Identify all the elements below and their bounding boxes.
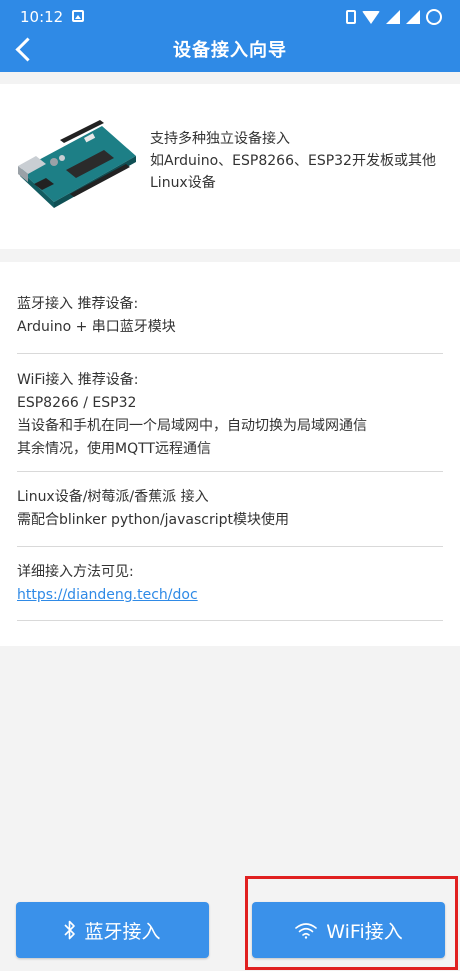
bluetooth-button-label: 蓝牙接入 (84, 920, 161, 943)
linux-info: Linux设备/树莓派/香蕉派 接入 需配合blinker python/jav… (17, 486, 443, 532)
docs-link[interactable]: https://diandeng.tech/doc (17, 587, 198, 603)
divider (17, 620, 443, 621)
wifi-info-lan: 当设备和手机在同一个局域网中，自动切换为局域网通信 (17, 418, 367, 434)
linux-info-module: 需配合blinker python/javascript模块使用 (17, 512, 290, 528)
intro-line: 如Arduino、ESP8266、ESP32开发板或其他 (150, 153, 436, 169)
docs-info-title: 详细接入方法可见: (17, 564, 134, 580)
wifi-connect-button[interactable]: WiFi接入 (252, 902, 445, 958)
intro-line: 支持多种独立设备接入 (150, 131, 290, 147)
cell-signal-2-icon (406, 10, 420, 24)
wifi-info-title: WiFi接入 推荐设备: (17, 372, 139, 388)
divider (17, 546, 443, 547)
bluetooth-info-device: Arduino + 串口蓝牙模块 (17, 319, 176, 335)
bluetooth-info-title: 蓝牙接入 推荐设备: (17, 296, 139, 312)
header: 10:12 设备接入向导 (0, 0, 460, 72)
wifi-signal-icon (362, 10, 380, 24)
intro-line: Linux设备 (150, 175, 216, 191)
image-notification-icon (72, 10, 84, 22)
docs-info: 详细接入方法可见: https://diandeng.tech/doc (17, 561, 443, 607)
wifi-info: WiFi接入 推荐设备: ESP8266 / ESP32 当设备和手机在同一个局… (17, 369, 443, 461)
bluetooth-icon (64, 920, 76, 940)
status-time: 10:12 (20, 8, 64, 26)
status-icons (346, 8, 442, 26)
bluetooth-connect-button[interactable]: 蓝牙接入 (16, 902, 209, 958)
divider (17, 471, 443, 472)
intro-description: 支持多种独立设备接入 如Arduino、ESP8266、ESP32开发板或其他 … (150, 128, 450, 194)
access-info-list: 蓝牙接入 推荐设备: Arduino + 串口蓝牙模块 WiFi接入 推荐设备:… (0, 262, 460, 646)
divider (17, 353, 443, 354)
wifi-info-device: ESP8266 / ESP32 (17, 395, 137, 411)
page-title: 设备接入向导 (173, 40, 287, 61)
wifi-icon (295, 923, 318, 939)
bluetooth-info: 蓝牙接入 推荐设备: Arduino + 串口蓝牙模块 (17, 293, 443, 339)
wifi-info-mqtt: 其余情况，使用MQTT远程通信 (17, 441, 211, 457)
vibrate-icon (346, 10, 356, 24)
arduino-board-image (18, 120, 136, 208)
device-intro-card: 支持多种独立设备接入 如Arduino、ESP8266、ESP32开发板或其他 … (0, 84, 460, 249)
linux-info-title: Linux设备/树莓派/香蕉派 接入 (17, 489, 209, 505)
cell-signal-icon (386, 10, 400, 24)
battery-icon (426, 9, 442, 25)
app-bar: 设备接入向导 (0, 28, 460, 72)
wifi-button-label: WiFi接入 (326, 920, 403, 943)
